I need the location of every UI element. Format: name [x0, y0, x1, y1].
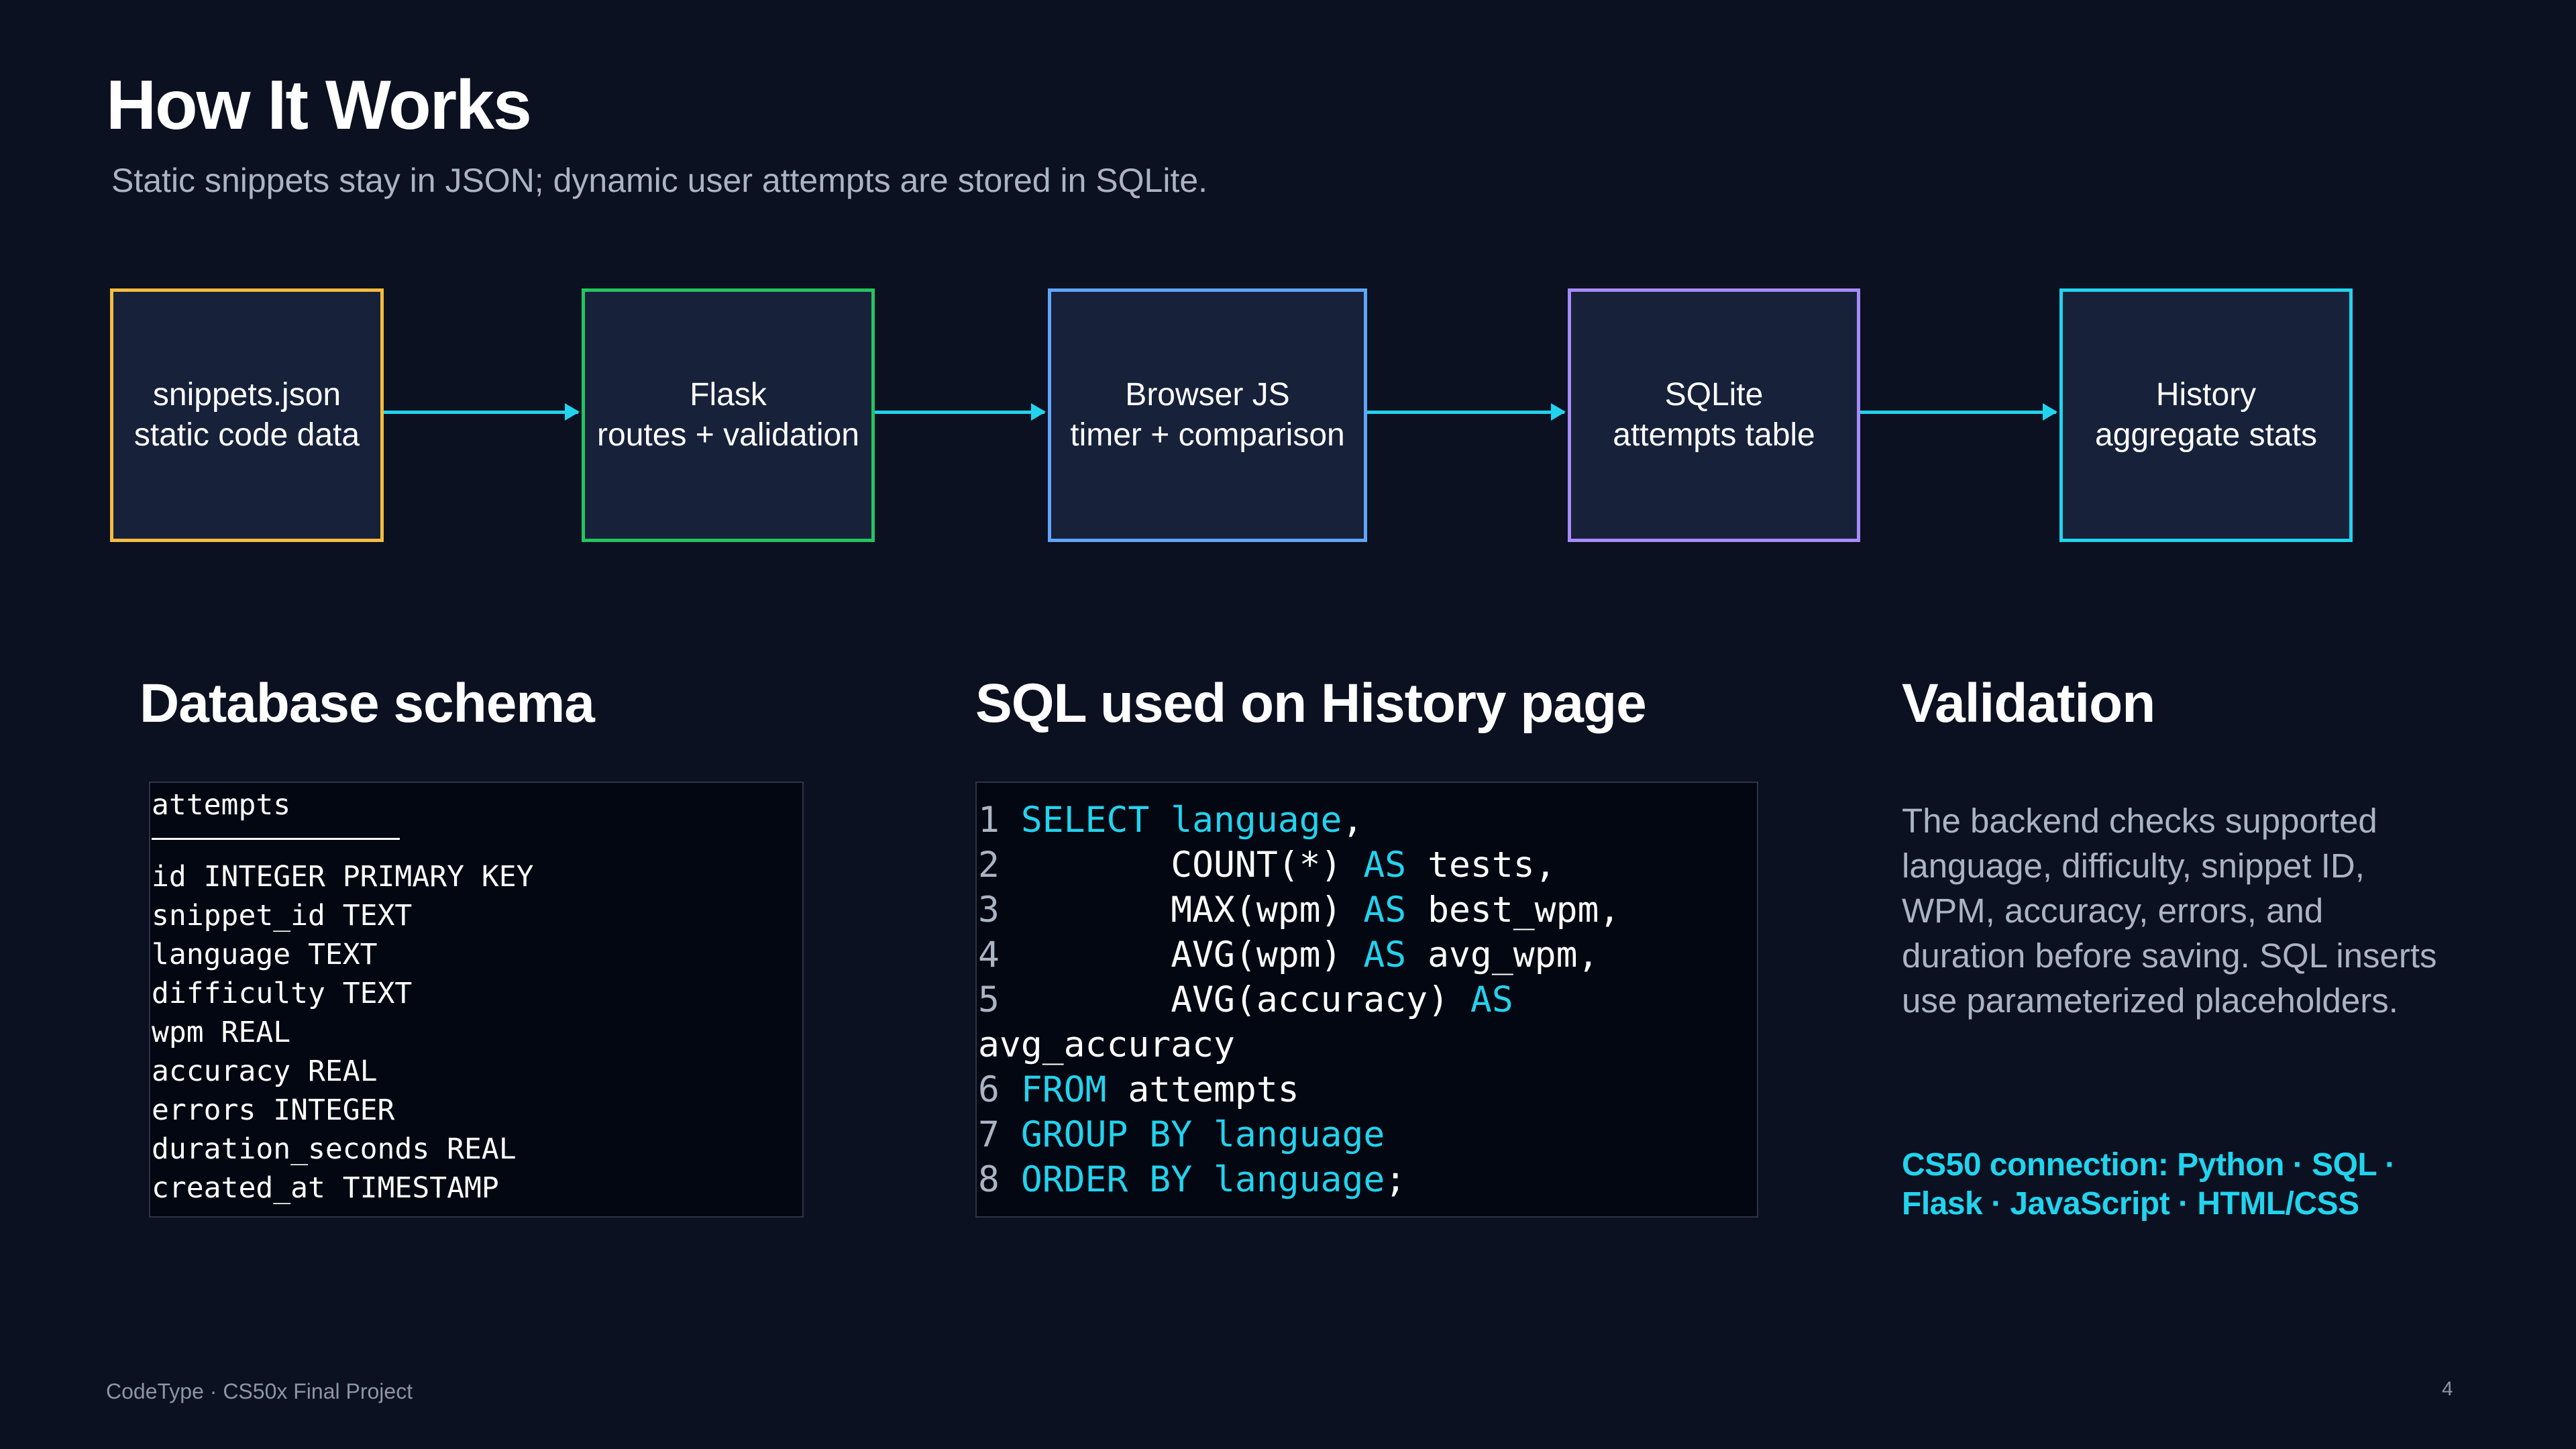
sql-line-number: 6	[978, 1069, 1021, 1110]
sql-token: AVG(accuracy)	[1020, 979, 1470, 1020]
flow-box-snippets-json: snippets.json static code data	[110, 288, 384, 542]
sql-token: COUNT(*)	[1020, 845, 1364, 885]
sql-token: MAX(wpm)	[1020, 890, 1364, 930]
sql-line-number: 8	[978, 1159, 1021, 1200]
flow-box-title: History	[2155, 377, 2257, 413]
sql-line: 6 FROM attempts	[978, 1067, 1757, 1112]
sql-token: tests,	[1406, 845, 1556, 885]
sql-token: AVG(wpm)	[1020, 934, 1364, 975]
sql-line: 2 COUNT(*) AS tests,	[978, 843, 1757, 888]
flow-box-subtitle: routes + validation	[597, 417, 859, 453]
sql-keyword: GROUP BY language	[1020, 1114, 1385, 1155]
footer-project-name: CodeType · CS50x Final Project	[106, 1379, 413, 1403]
validation-body: The backend checks supported language, d…	[1902, 802, 2437, 1020]
flow-box-history: History aggregate stats	[2059, 288, 2353, 542]
flow-box-flask: Flask routes + validation	[582, 288, 875, 542]
schema-code-panel: attempts id INTEGER PRIMARY KEY snippet_i…	[149, 782, 804, 1218]
schema-column: errors INTEGER	[152, 1093, 395, 1127]
sql-keyword: AS	[1363, 890, 1407, 930]
validation-heading: Validation	[1902, 673, 2155, 734]
sql-line: 8 ORDER BY language;	[978, 1157, 1757, 1202]
flow-box-browser-js: Browser JS timer + comparison	[1048, 288, 1367, 542]
schema-column: accuracy REAL	[152, 1055, 378, 1088]
flow-arrow	[875, 403, 1046, 421]
sql-token: best_wpm,	[1406, 890, 1621, 930]
flow-box-title: Browser JS	[1125, 377, 1290, 413]
sql-token: avg_wpm,	[1406, 934, 1599, 975]
flow-arrow	[384, 403, 580, 421]
schema-column: duration_seconds REAL	[152, 1132, 517, 1166]
flow-box-subtitle: static code data	[133, 417, 360, 453]
sql-keyword: AS	[1363, 845, 1407, 885]
schema-heading: Database schema	[140, 673, 595, 734]
sql-line-number: 1	[978, 800, 1021, 841]
sql-token: avg_accuracy	[978, 1024, 1235, 1065]
sql-keyword: ORDER BY language	[1020, 1159, 1385, 1200]
schema-table-name: attempts	[152, 788, 291, 822]
schema-column: snippet_id TEXT	[152, 899, 413, 932]
sql-line: 1 SELECT language,	[978, 798, 1757, 843]
slide-subtitle: Static snippets stay in JSON; dynamic us…	[111, 162, 1208, 199]
flow-box-sqlite: SQLite attempts table	[1568, 288, 1860, 542]
sql-line: 4 AVG(wpm) AS avg_wpm,	[978, 932, 1757, 977]
schema-column: difficulty TEXT	[152, 977, 413, 1010]
sql-token: ;	[1385, 1159, 1407, 1200]
sql-keyword: FROM	[1020, 1069, 1107, 1110]
schema-column: language TEXT	[152, 938, 378, 971]
sql-line-number: 5	[978, 979, 1021, 1020]
flow-box-subtitle: aggregate stats	[2095, 417, 2317, 453]
sql-keyword: AS	[1363, 934, 1407, 975]
sql-keyword: AS	[1470, 979, 1513, 1020]
sql-heading: SQL used on History page	[975, 673, 1647, 734]
sql-line-number: 4	[978, 934, 1021, 975]
sql-token: ,	[1342, 800, 1364, 841]
sql-keyword: SELECT language	[1020, 800, 1342, 841]
schema-divider	[152, 838, 400, 840]
slide-title: How It Works	[106, 66, 532, 144]
flow-box-subtitle: attempts table	[1613, 417, 1815, 453]
cs50-connection: CS50 connection: Python · SQL · Flask · …	[1902, 1147, 2396, 1222]
schema-column: created_at TIMESTAMP	[152, 1171, 499, 1205]
flow-arrow	[1367, 403, 1566, 421]
sql-line-number: 2	[978, 845, 1021, 885]
sql-line: 7 GROUP BY language	[978, 1112, 1757, 1157]
sql-line-number: 3	[978, 890, 1021, 930]
flow-box-title: snippets.json	[152, 377, 341, 413]
sql-line: 3 MAX(wpm) AS best_wpm,	[978, 888, 1757, 932]
sql-line-number: 7	[978, 1114, 1021, 1155]
flow-box-title: Flask	[690, 377, 767, 413]
sql-code-panel: 1 SELECT language, 2 COUNT(*) AS tests, 3 …	[975, 782, 1758, 1218]
page-number: 4	[2442, 1378, 2453, 1400]
sql-token: attempts	[1106, 1069, 1299, 1110]
sql-line: avg_accuracy	[978, 1022, 1757, 1067]
schema-column: wpm REAL	[152, 1016, 291, 1049]
flow-box-title: SQLite	[1664, 377, 1764, 413]
schema-column: id INTEGER PRIMARY KEY	[152, 860, 534, 894]
flow-box-subtitle: timer + comparison	[1070, 417, 1345, 453]
flow-arrow	[1860, 403, 2057, 421]
sql-line: 5 AVG(accuracy) AS	[978, 977, 1757, 1022]
schema-column-list: id INTEGER PRIMARY KEY snippet_id TEXT lan…	[152, 857, 802, 1208]
